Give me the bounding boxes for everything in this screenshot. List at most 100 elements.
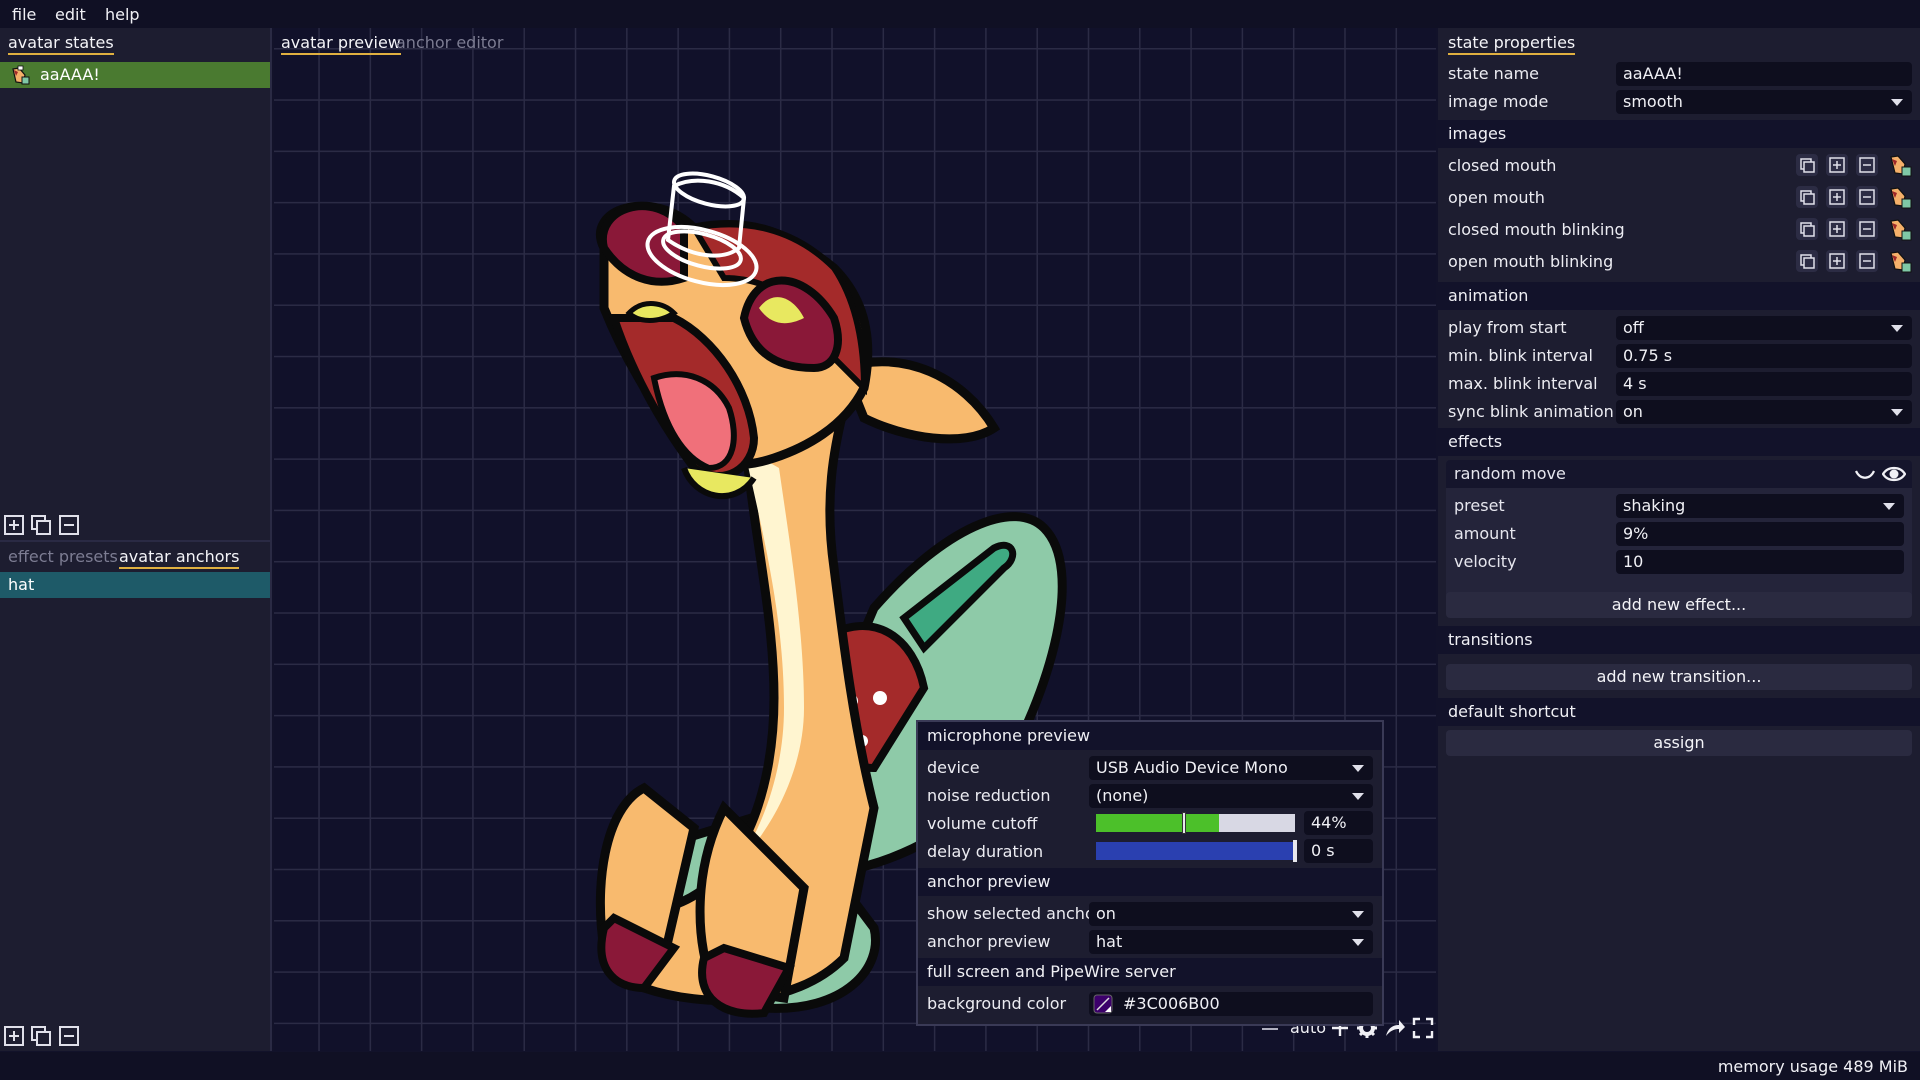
animation-section-header: animation: [1438, 282, 1920, 310]
add-anchor-button[interactable]: [3, 1025, 25, 1047]
tab-effect-presets[interactable]: effect presets: [8, 547, 118, 566]
right-panel: state properties state name aaAAA! image…: [1438, 28, 1920, 1051]
copy-image-button[interactable]: [1796, 154, 1818, 176]
fullscreen-section-header: full screen and PipeWire server: [918, 958, 1382, 986]
play-from-start-label: play from start: [1448, 318, 1567, 337]
sync-blink-animation-value: on: [1623, 402, 1643, 421]
remove-icon: [1859, 189, 1875, 205]
zoom-out-icon[interactable]: [1262, 1028, 1278, 1030]
color-swatch-icon[interactable]: [1093, 994, 1113, 1014]
load-image-button[interactable]: [1826, 186, 1848, 208]
volume-meter[interactable]: [1096, 812, 1295, 834]
copy-icon: [1800, 222, 1815, 237]
delay-duration-field[interactable]: 0 s: [1304, 839, 1373, 863]
add-state-button[interactable]: [3, 514, 25, 536]
tab-avatar-preview[interactable]: avatar preview: [281, 33, 401, 55]
remove-icon: [1859, 221, 1875, 237]
clear-image-button[interactable]: [1856, 154, 1878, 176]
state-name-input[interactable]: aaAAA!: [1616, 62, 1912, 86]
anchor-row[interactable]: hat: [0, 572, 270, 598]
amount-input[interactable]: 9%: [1616, 522, 1904, 546]
preset-value: shaking: [1623, 496, 1686, 515]
anchor-name: hat: [8, 575, 35, 594]
load-image-button[interactable]: [1826, 154, 1848, 176]
chevron-down-icon: [1891, 99, 1903, 106]
eye-icon[interactable]: [1882, 464, 1906, 484]
show-selected-anchor-select[interactable]: on: [1089, 902, 1373, 926]
duplicate-icon: [31, 515, 51, 535]
background-color-field[interactable]: #3C006B00: [1089, 992, 1373, 1016]
share-icon[interactable]: [1384, 1018, 1406, 1038]
avatar-thumbnail-icon: [1890, 187, 1912, 209]
image-row-label: open mouth: [1448, 188, 1545, 207]
noise-reduction-label: noise reduction: [927, 786, 1051, 805]
add-new-transition-button[interactable]: add new transition...: [1446, 664, 1912, 690]
image-mode-select[interactable]: smooth: [1616, 90, 1912, 114]
device-value: USB Audio Device Mono: [1096, 758, 1288, 777]
volume-cutoff-label: volume cutoff: [927, 814, 1038, 833]
delay-duration-label: delay duration: [927, 842, 1044, 861]
duplicate-state-button[interactable]: [30, 514, 52, 536]
play-from-start-select[interactable]: off: [1616, 316, 1912, 340]
min-blink-interval-label: min. blink interval: [1448, 346, 1593, 365]
avatar-thumbnail-icon: [1890, 155, 1912, 177]
device-select[interactable]: USB Audio Device Mono: [1089, 756, 1373, 780]
copy-image-button[interactable]: [1796, 218, 1818, 240]
menu-edit[interactable]: edit: [55, 5, 86, 24]
memory-usage: memory usage 489 MiB: [1717, 1057, 1908, 1076]
copy-icon: [1800, 158, 1815, 173]
volume-cutoff-handle[interactable]: [1182, 812, 1186, 834]
background-color-label: background color: [927, 994, 1067, 1013]
clear-image-button[interactable]: [1856, 250, 1878, 272]
transitions-section-header: transitions: [1438, 626, 1920, 654]
mic-section-header: microphone preview: [918, 722, 1382, 750]
default-shortcut-section-header: default shortcut: [1438, 698, 1920, 726]
menu-file[interactable]: file: [12, 5, 36, 24]
velocity-input[interactable]: 10: [1616, 550, 1904, 574]
image-thumbnail: [1888, 217, 1912, 241]
remove-state-button[interactable]: [58, 514, 80, 536]
collapse-icon[interactable]: [1854, 466, 1876, 482]
preset-label: preset: [1454, 496, 1505, 515]
chevron-down-icon: [1352, 765, 1364, 772]
max-blink-interval-input[interactable]: 4 s: [1616, 372, 1912, 396]
tab-avatar-states[interactable]: avatar states: [8, 33, 114, 55]
anchor-preview-select[interactable]: hat: [1089, 930, 1373, 954]
noise-reduction-value: (none): [1096, 786, 1149, 805]
tab-anchor-editor[interactable]: anchor editor: [396, 33, 503, 52]
volume-cutoff-field[interactable]: 44%: [1304, 811, 1373, 835]
chevron-down-icon: [1352, 793, 1364, 800]
add-new-effect-button[interactable]: add new effect...: [1446, 592, 1912, 618]
remove-anchor-button[interactable]: [58, 1025, 80, 1047]
noise-reduction-select[interactable]: (none): [1089, 784, 1373, 808]
min-blink-interval-input[interactable]: 0.75 s: [1616, 344, 1912, 368]
state-name-label: state name: [1448, 64, 1539, 83]
load-image-button[interactable]: [1826, 250, 1848, 272]
add-icon: [1829, 189, 1845, 205]
clear-image-button[interactable]: [1856, 218, 1878, 240]
tab-avatar-anchors[interactable]: avatar anchors: [119, 547, 240, 569]
state-thumbnail-icon: [12, 65, 30, 85]
load-image-button[interactable]: [1826, 218, 1848, 240]
menu-help[interactable]: help: [105, 5, 140, 24]
assign-shortcut-button[interactable]: assign: [1446, 730, 1912, 756]
preset-select[interactable]: shaking: [1616, 494, 1904, 518]
microphone-preview-popup: microphone preview device USB Audio Devi…: [916, 720, 1384, 1026]
clear-image-button[interactable]: [1856, 186, 1878, 208]
copy-image-button[interactable]: [1796, 250, 1818, 272]
chevron-down-icon: [1891, 409, 1903, 416]
delay-slider-handle[interactable]: [1293, 840, 1297, 862]
image-mode-label: image mode: [1448, 92, 1549, 111]
image-thumbnail: [1888, 153, 1912, 177]
fullscreen-icon[interactable]: [1412, 1017, 1434, 1039]
state-row[interactable]: aaAAA!: [0, 62, 270, 88]
tab-state-properties[interactable]: state properties: [1448, 33, 1576, 55]
duplicate-anchor-button[interactable]: [30, 1025, 52, 1047]
velocity-value: 10: [1623, 552, 1644, 571]
anchor-preview-header: anchor preview: [918, 868, 1382, 896]
copy-image-button[interactable]: [1796, 186, 1818, 208]
sync-blink-animation-select[interactable]: on: [1616, 400, 1912, 424]
delay-slider[interactable]: [1096, 840, 1297, 862]
effects-section-header: effects: [1438, 428, 1920, 456]
play-from-start-value: off: [1623, 318, 1644, 337]
